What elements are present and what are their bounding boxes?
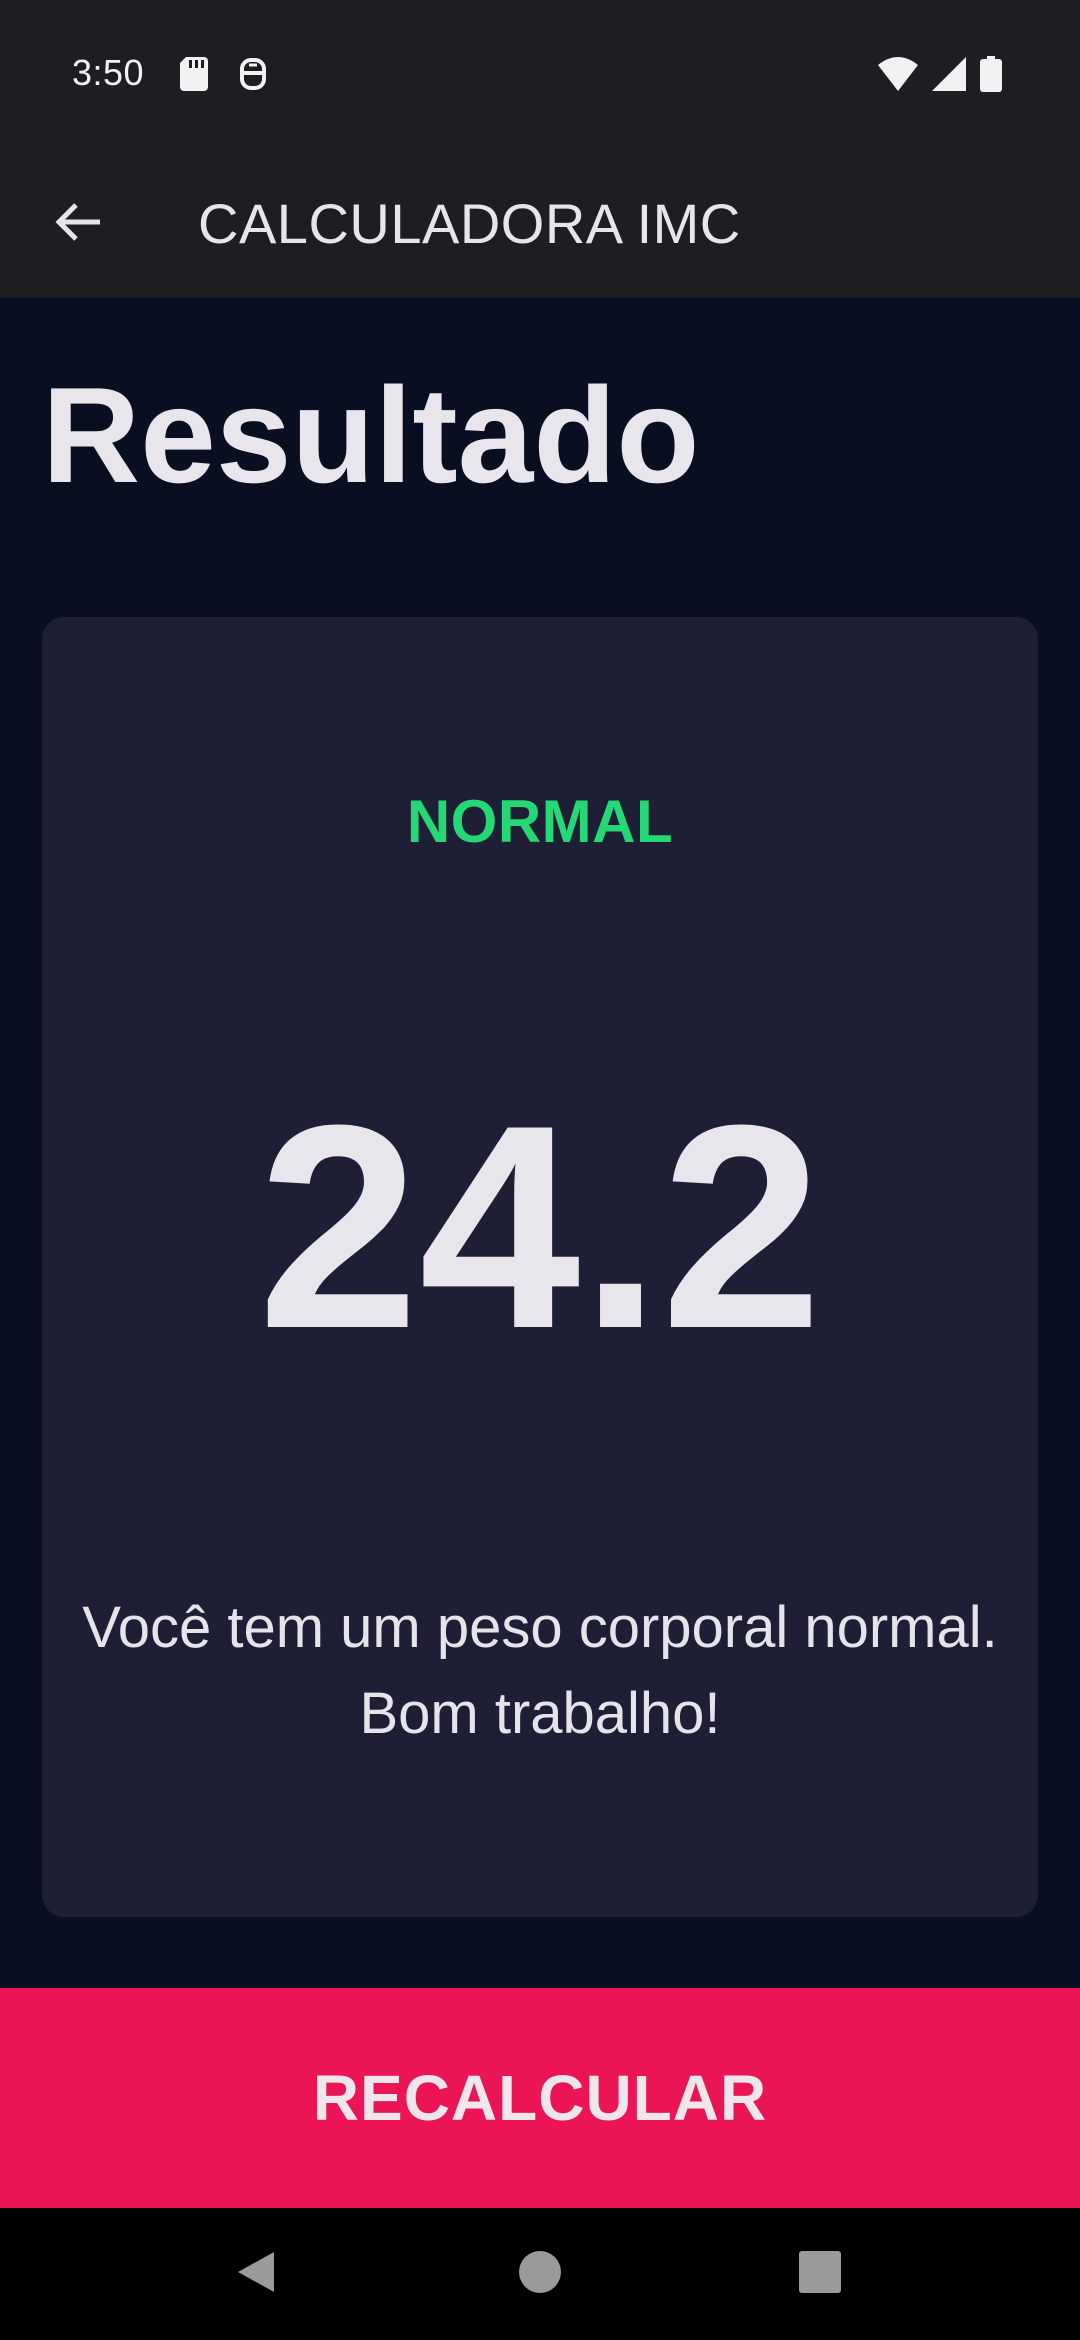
wifi-icon (878, 56, 918, 96)
screen: 3:50 CALCULADORA IMC Resultado NORMAL 24… (0, 0, 1080, 2340)
nav-recents-button[interactable] (780, 2234, 860, 2314)
status-time: 3:50 (72, 52, 145, 93)
back-triangle-icon (236, 2250, 276, 2299)
page-title: Resultado (42, 359, 700, 511)
navigation-bar (0, 2208, 1080, 2340)
arrow-left-icon (54, 202, 102, 247)
recents-square-icon (799, 2250, 841, 2298)
battery-icon (980, 55, 1002, 97)
bmi-message-line-1: Você tem um peso corporal normal. (82, 1595, 998, 1660)
sd-card-icon (180, 56, 208, 96)
result-card: NORMAL 24.2 Você tem um peso corporal no… (42, 617, 1038, 1917)
debug-icon (238, 56, 268, 97)
app-bar: CALCULADORA IMC (0, 150, 1080, 298)
back-button[interactable] (40, 186, 116, 262)
app-title: CALCULADORA IMC (198, 192, 741, 255)
nav-home-button[interactable] (500, 2234, 580, 2314)
nav-back-button[interactable] (216, 2234, 296, 2314)
recalculate-button[interactable]: RECALCULAR (0, 1988, 1080, 2208)
bmi-status-label: NORMAL (406, 788, 674, 855)
recalculate-label: RECALCULAR (312, 2062, 768, 2134)
cell-signal-icon (932, 56, 966, 96)
bmi-value: 24.2 (257, 1065, 823, 1389)
bmi-message: Você tem um peso corporal normal. Bom tr… (42, 1585, 1038, 1757)
home-circle-icon (518, 2250, 562, 2299)
status-right-icons (878, 55, 1002, 97)
bmi-message-line-2: Bom trabalho! (359, 1681, 721, 1746)
status-left-icons (180, 56, 268, 96)
status-bar: 3:50 (0, 0, 1080, 150)
